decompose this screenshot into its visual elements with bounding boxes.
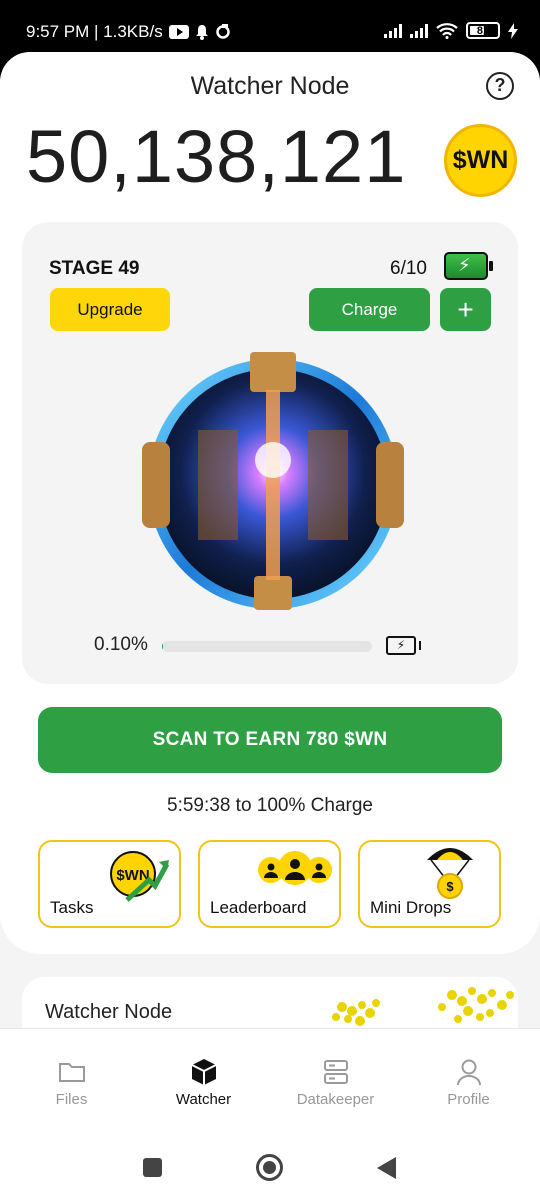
map-card-title: Watcher Node bbox=[45, 1001, 173, 1023]
charge-button[interactable]: Charge bbox=[309, 288, 430, 331]
parachute-coin-icon: $ bbox=[427, 848, 473, 899]
scan-to-earn-button[interactable]: SCAN TO EARN 780 $WN bbox=[38, 707, 502, 773]
mini-drops-label: Mini Drops bbox=[370, 898, 452, 917]
signal-icon bbox=[384, 23, 402, 38]
stage-card: STAGE 49 6/10 ⚡ Upgrade Charge + 0.10% ⚡ bbox=[22, 222, 518, 684]
leaderboard-people-icon bbox=[258, 851, 332, 885]
status-bar: 9:57 PM | 1.3KB/s 81 bbox=[0, 0, 540, 52]
status-right: 81 bbox=[384, 22, 518, 39]
tasks-label: Tasks bbox=[50, 898, 94, 917]
bolt-icon: ⚡ bbox=[458, 255, 471, 275]
server-icon bbox=[324, 1060, 348, 1084]
wn-coin-arrow-icon: $WN bbox=[110, 851, 170, 902]
battery-icon: 81 bbox=[466, 22, 500, 39]
mini-drops-tile[interactable]: $ Mini Drops bbox=[358, 840, 501, 928]
recents-button[interactable] bbox=[143, 1158, 162, 1177]
status-time-speed: 9:57 PM | 1.3KB/s bbox=[26, 22, 163, 41]
stage-label: STAGE 49 bbox=[49, 258, 140, 279]
charge-count: 6/10 bbox=[390, 258, 427, 279]
charge-timer: 5:59:38 to 100% Charge bbox=[167, 795, 373, 816]
nav-files-label: Files bbox=[55, 1091, 88, 1108]
progress-percent: 0.10% bbox=[94, 634, 148, 655]
status-left: 9:57 PM | 1.3KB/s bbox=[26, 22, 231, 42]
page-title: Watcher Node bbox=[190, 72, 350, 100]
leaderboard-tile[interactable]: Leaderboard bbox=[198, 840, 341, 928]
add-charge-button[interactable]: + bbox=[440, 288, 491, 331]
mini-drops-coin-text: $ bbox=[446, 879, 454, 894]
nav-watcher-label: Watcher bbox=[175, 1091, 232, 1108]
nav-datakeeper-label: Datakeeper bbox=[296, 1091, 375, 1108]
nav-watcher[interactable]: Watcher bbox=[136, 1029, 271, 1129]
nav-profile[interactable]: Profile bbox=[401, 1029, 536, 1129]
signal-icon-2 bbox=[410, 23, 428, 38]
back-button[interactable] bbox=[377, 1157, 396, 1179]
leaderboard-label: Leaderboard bbox=[210, 898, 307, 917]
wn-coin-icon: $WN bbox=[444, 124, 517, 197]
folder-icon bbox=[59, 1063, 85, 1082]
bottom-nav: Files Watcher Datakeeper Profile bbox=[0, 1028, 540, 1128]
nav-files[interactable]: Files bbox=[4, 1029, 139, 1129]
node-orb-image[interactable] bbox=[138, 350, 408, 618]
battery-level: 81 bbox=[476, 24, 490, 37]
user-icon bbox=[457, 1059, 481, 1086]
nav-profile-label: Profile bbox=[447, 1091, 490, 1108]
cube-icon bbox=[191, 1059, 217, 1085]
home-button[interactable] bbox=[256, 1154, 283, 1181]
main-sheet: Watcher Node ? 50,138,121 $WN STAGE 49 6… bbox=[0, 52, 540, 1052]
help-icon[interactable]: ? bbox=[486, 72, 514, 100]
battery-charging-icon: ⚡ bbox=[444, 252, 493, 280]
sync-icon bbox=[215, 24, 230, 39]
balance-amount: 50,138,121 bbox=[26, 115, 407, 198]
nav-datakeeper[interactable]: Datakeeper bbox=[268, 1029, 403, 1129]
charge-progress-bar bbox=[162, 641, 372, 652]
tasks-tile[interactable]: $WN Tasks bbox=[38, 840, 181, 928]
small-battery-icon: ⚡ bbox=[386, 636, 421, 655]
system-nav-bar bbox=[0, 1128, 540, 1200]
watcher-card: Watcher Node ? 50,138,121 $WN STAGE 49 6… bbox=[0, 52, 540, 954]
bell-icon bbox=[195, 25, 208, 40]
charging-bolt-icon bbox=[508, 22, 518, 39]
youtube-icon bbox=[168, 25, 189, 39]
wifi-icon bbox=[436, 22, 458, 39]
upgrade-button[interactable]: Upgrade bbox=[50, 288, 170, 331]
